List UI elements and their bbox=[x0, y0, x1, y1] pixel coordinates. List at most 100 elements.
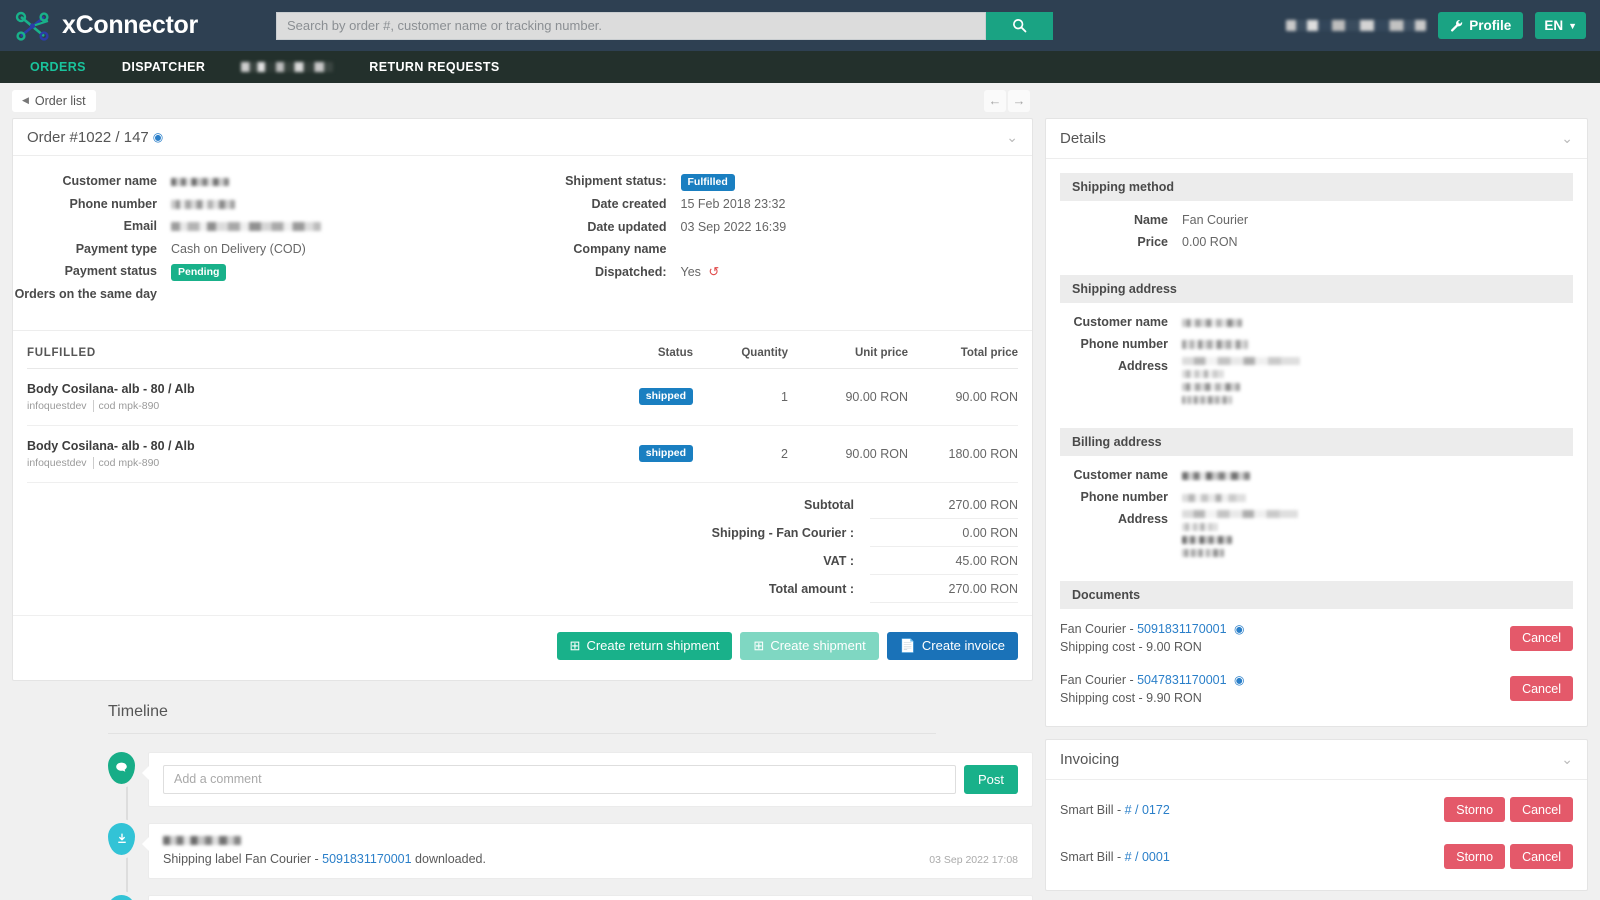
undo-dispatch-icon[interactable]: ↺ bbox=[708, 264, 719, 279]
breadcrumb-strip: ◀ Order list ← → bbox=[0, 83, 1600, 118]
total-value: 270.00 RON bbox=[870, 575, 1018, 603]
collapse-details-chevron-down-icon[interactable]: ⌄ bbox=[1561, 130, 1573, 147]
nav-item-dispatcher[interactable]: DISPATCHER bbox=[104, 51, 223, 83]
main-column: Order #1022 / 147 ◉ ⌄ Customer name Phon… bbox=[12, 118, 1033, 900]
username-redacted bbox=[1286, 20, 1426, 31]
invoice-actions: Storno Cancel bbox=[1444, 844, 1573, 869]
field-value: Yes ↺ bbox=[681, 263, 720, 281]
next-order-button[interactable]: → bbox=[1008, 90, 1030, 112]
storno-invoice-button[interactable]: Storno bbox=[1444, 797, 1505, 822]
storno-invoice-button[interactable]: Storno bbox=[1444, 844, 1505, 869]
timeline-title: Timeline bbox=[108, 703, 936, 734]
language-selector[interactable]: EN ▼ bbox=[1535, 12, 1586, 39]
nav-item-return-requests[interactable]: RETURN REQUESTS bbox=[351, 51, 517, 83]
total-row-subtotal: Subtotal 270.00 RON bbox=[27, 491, 1018, 519]
invoicing-panel: Invoicing ⌄ Smart Bill - # / 0172 Storno… bbox=[1045, 739, 1588, 891]
event-box: Shipping label Fan Courier - 50918311700… bbox=[148, 823, 1033, 880]
prev-order-button[interactable]: ← bbox=[984, 90, 1006, 112]
invoice-number-link[interactable]: # / 0001 bbox=[1125, 850, 1170, 864]
cancel-document-button[interactable]: Cancel bbox=[1510, 676, 1573, 701]
documents-heading: Documents bbox=[1060, 581, 1573, 609]
field-dispatched: Dispatched: Yes ↺ bbox=[523, 263, 1033, 281]
cancel-invoice-button[interactable]: Cancel bbox=[1510, 844, 1573, 869]
redacted-value bbox=[1182, 319, 1242, 327]
field-date-created: Date created 15 Feb 2018 23:32 bbox=[523, 195, 1033, 213]
chevron-down-icon: ▼ bbox=[1568, 21, 1577, 31]
profile-button[interactable]: Profile bbox=[1438, 12, 1523, 39]
field-shipment-status: Shipment status: Fulfilled bbox=[523, 172, 1033, 191]
field-label: Phone number bbox=[1060, 488, 1182, 506]
triangle-left-icon: ◀ bbox=[22, 95, 29, 106]
target-icon[interactable]: ◉ bbox=[1234, 673, 1244, 687]
nav-item-orders[interactable]: ORDERS bbox=[12, 51, 104, 83]
field-value: Fulfilled bbox=[681, 172, 735, 191]
target-icon[interactable]: ◉ bbox=[153, 130, 163, 144]
shipping-method-body: Name Fan Courier Price 0.00 RON bbox=[1046, 201, 1587, 261]
collapse-invoicing-chevron-down-icon[interactable]: ⌄ bbox=[1561, 751, 1573, 768]
top-bar: xConnector Profile EN ▼ bbox=[0, 0, 1600, 51]
field-value bbox=[1182, 335, 1248, 353]
awb-link[interactable]: 5091831170001 bbox=[1137, 622, 1226, 636]
nav-item-redacted[interactable] bbox=[223, 51, 351, 83]
field-email: Email bbox=[13, 217, 523, 235]
comment-row: Post bbox=[163, 765, 1018, 794]
target-icon[interactable]: ◉ bbox=[1234, 622, 1244, 636]
event-timestamp: 03 Sep 2022 17:08 bbox=[929, 854, 1018, 866]
nav-label: DISPATCHER bbox=[122, 60, 205, 74]
collapse-order-chevron-down-icon[interactable]: ⌄ bbox=[1006, 129, 1018, 146]
search-button[interactable] bbox=[986, 12, 1053, 40]
invoice-row: Smart Bill - # / 0001 Storno Cancel bbox=[1046, 833, 1587, 880]
dispatched-value: Yes bbox=[681, 265, 701, 279]
field-label: Shipment status: bbox=[523, 172, 681, 190]
brand-logo[interactable]: xConnector bbox=[14, 9, 260, 43]
download-arrow-icon bbox=[116, 833, 128, 845]
products-table: FULFILLED Status Quantity Unit price Tot… bbox=[27, 331, 1018, 483]
profile-label: Profile bbox=[1469, 18, 1511, 33]
invoice-row: Smart Bill - # / 0172 Storno Cancel bbox=[1046, 786, 1587, 833]
product-sku: cod mpk-890 bbox=[99, 400, 166, 412]
redacted-value bbox=[1182, 523, 1218, 531]
cancel-invoice-button[interactable]: Cancel bbox=[1510, 797, 1573, 822]
shipping-method-name-row: Name Fan Courier bbox=[1060, 211, 1573, 229]
main-nav: ORDERS DISPATCHER RETURN REQUESTS bbox=[0, 51, 1600, 83]
field-date-updated: Date updated 03 Sep 2022 16:39 bbox=[523, 218, 1033, 236]
post-comment-button[interactable]: Post bbox=[964, 765, 1018, 794]
wrench-icon bbox=[1450, 19, 1463, 32]
comment-input[interactable] bbox=[163, 765, 956, 794]
shipping-phone-row: Phone number bbox=[1060, 335, 1573, 353]
download-icon bbox=[108, 895, 135, 900]
document-carrier: Fan Courier - bbox=[1060, 622, 1137, 636]
back-to-order-list-button[interactable]: ◀ Order list bbox=[12, 90, 96, 112]
comment-icon bbox=[108, 752, 135, 784]
awb-link[interactable]: 5091831170001 bbox=[322, 852, 411, 866]
document-carrier-line: Fan Courier - 5091831170001 ◉ bbox=[1060, 620, 1510, 638]
search-input[interactable] bbox=[276, 12, 986, 40]
awb-link[interactable]: 5047831170001 bbox=[1137, 673, 1226, 687]
cancel-document-button[interactable]: Cancel bbox=[1510, 626, 1573, 651]
page-title: Order #1022 / 147 bbox=[27, 129, 149, 146]
field-value: Fan Courier bbox=[1182, 211, 1248, 229]
status-badge: shipped bbox=[639, 388, 693, 405]
field-label: Customer name bbox=[13, 172, 171, 190]
shipping-customer-name-row: Customer name bbox=[1060, 313, 1573, 331]
invoice-label: Smart Bill - # / 0001 bbox=[1060, 850, 1444, 864]
total-label: Shipping - Fan Courier : bbox=[540, 526, 870, 540]
table-row: Body Cosilana- alb - 80 / Alb infoquestd… bbox=[27, 368, 1018, 425]
field-value bbox=[1182, 466, 1250, 484]
redacted-value bbox=[1182, 510, 1298, 518]
top-bar-right: Profile EN ▼ bbox=[1286, 12, 1586, 39]
field-label: Date updated bbox=[523, 218, 681, 236]
field-label: Phone number bbox=[1060, 335, 1182, 353]
order-card: Order #1022 / 147 ◉ ⌄ Customer name Phon… bbox=[12, 118, 1033, 681]
timeline-section: Timeline Post bbox=[12, 703, 1033, 900]
document-cost: Shipping cost - 9.90 RON bbox=[1060, 689, 1510, 707]
invoice-number-link[interactable]: # / 0172 bbox=[1125, 803, 1170, 817]
order-pager: ← → bbox=[984, 90, 1030, 112]
documents-body: Fan Courier - 5091831170001 ◉ Shipping c… bbox=[1046, 609, 1587, 726]
field-label: Email bbox=[13, 217, 171, 235]
create-return-shipment-button[interactable]: ⊞ Create return shipment bbox=[557, 632, 733, 660]
create-shipment-button[interactable]: ⊞ Create shipment bbox=[740, 632, 878, 660]
create-invoice-button[interactable]: 📄 Create invoice bbox=[887, 632, 1018, 660]
col-header-quantity: Quantity bbox=[693, 331, 788, 369]
field-value bbox=[1182, 357, 1300, 404]
